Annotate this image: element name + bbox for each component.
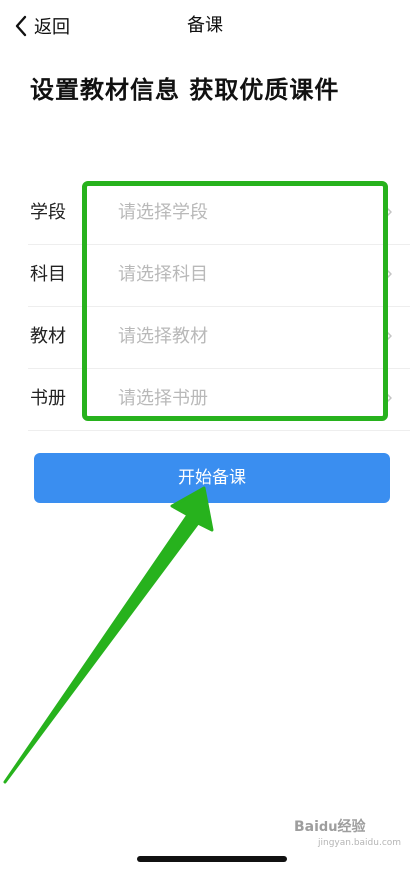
pointer-arrow-icon — [3, 486, 214, 784]
headline: 设置教材信息 获取优质课件 — [30, 76, 340, 104]
page-title: 备课 — [187, 15, 223, 36]
watermark-logo: Baidu经验 — [294, 818, 406, 837]
home-indicator[interactable] — [137, 856, 287, 862]
row-label-volume: 书册 — [30, 388, 66, 409]
subject-select[interactable]: 请选择科目 — [118, 261, 208, 289]
row-textbook[interactable]: 教材 请选择教材 — [28, 307, 410, 369]
baidu-watermark: Baidu经验 jingyan.baidu.com — [294, 818, 406, 849]
textbook-select[interactable]: 请选择教材 — [118, 323, 208, 351]
row-label-textbook: 教材 — [30, 326, 66, 347]
volume-select[interactable]: 请选择书册 — [118, 385, 208, 413]
stage-select[interactable]: 请选择学段 — [118, 199, 208, 227]
row-label-subject: 科目 — [30, 264, 66, 285]
watermark-suffix: 经验 — [337, 819, 366, 835]
row-subject[interactable]: 科目 请选择科目 — [28, 245, 410, 307]
chevron-right-icon — [384, 391, 392, 405]
row-label-stage: 学段 — [30, 202, 66, 223]
watermark-paw: du — [318, 820, 338, 835]
row-stage[interactable]: 学段 请选择学段 — [28, 183, 410, 245]
navigation-bar: 返回 备课 — [0, 0, 410, 54]
chevron-right-icon — [384, 267, 392, 281]
row-volume[interactable]: 书册 请选择书册 — [28, 369, 410, 431]
chevron-right-icon — [384, 329, 392, 343]
watermark-brand: Bai — [294, 819, 319, 835]
chevron-right-icon — [384, 205, 392, 219]
watermark-url: jingyan.baidu.com — [318, 838, 402, 848]
start-lesson-prep-button[interactable]: 开始备课 — [34, 453, 390, 503]
textbook-form: 学段 请选择学段 科目 请选择科目 教材 请选择教材 书册 请选择书册 — [28, 183, 410, 431]
